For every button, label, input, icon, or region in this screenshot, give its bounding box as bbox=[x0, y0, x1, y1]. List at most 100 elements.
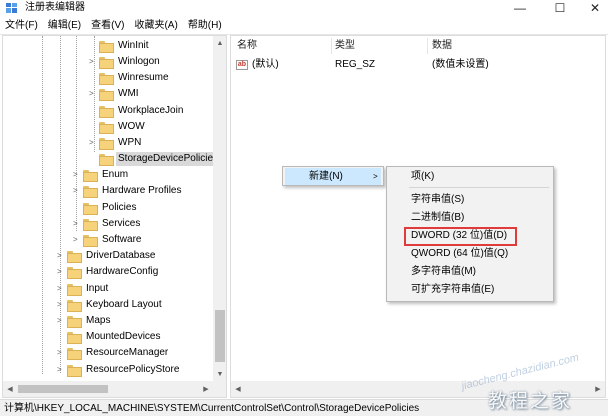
folder-icon bbox=[67, 348, 82, 360]
menu-item-label: 新建(N) bbox=[309, 171, 343, 182]
chevron-right-icon[interactable]: > bbox=[57, 252, 65, 260]
tree-node-hardware-profiles[interactable]: Hardware Profiles bbox=[83, 183, 183, 199]
scroll-left-arrow-icon[interactable]: ◀ bbox=[3, 381, 17, 397]
folder-icon bbox=[99, 138, 114, 150]
tree-node-label: WOW bbox=[118, 121, 145, 132]
column-header-type[interactable]: 类型 bbox=[335, 38, 355, 54]
folder-icon bbox=[67, 284, 82, 296]
tree-node-label: DriverDatabase bbox=[86, 250, 156, 261]
column-header-data[interactable]: 数据 bbox=[432, 38, 452, 54]
scrollbar-thumb[interactable] bbox=[215, 310, 225, 362]
watermark-text: 教程之家 bbox=[488, 391, 573, 412]
tree-node-driverdatabase[interactable]: DriverDatabase bbox=[67, 248, 157, 264]
tree-node-input[interactable]: Input bbox=[67, 281, 110, 297]
column-header-name[interactable]: 名称 bbox=[237, 38, 257, 54]
chevron-right-icon[interactable]: > bbox=[73, 236, 81, 244]
ab-string-icon: ab bbox=[236, 60, 248, 70]
menu-view[interactable]: 查看(V) bbox=[91, 19, 124, 33]
folder-icon bbox=[67, 267, 82, 279]
chevron-right-icon[interactable]: > bbox=[57, 349, 65, 357]
chevron-right-icon[interactable]: > bbox=[57, 285, 65, 293]
chevron-right-icon[interactable]: > bbox=[73, 220, 81, 228]
chevron-right-icon[interactable]: > bbox=[89, 58, 97, 66]
folder-icon bbox=[83, 235, 98, 247]
tree-node-label: WMI bbox=[118, 88, 139, 99]
folder-icon bbox=[83, 203, 98, 215]
tree-node-services[interactable]: Services bbox=[83, 216, 142, 232]
tree-node-resourcemanager[interactable]: ResourceManager bbox=[67, 345, 170, 361]
chevron-right-icon[interactable]: > bbox=[73, 187, 81, 195]
maximize-button[interactable]: ☐ bbox=[545, 0, 575, 16]
scroll-right-arrow-icon[interactable]: ▶ bbox=[199, 381, 213, 397]
chevron-right-icon: > bbox=[373, 172, 378, 181]
tree-node-keyboard-layout[interactable]: Keyboard Layout bbox=[67, 297, 164, 313]
chevron-right-icon[interactable]: > bbox=[57, 268, 65, 276]
registry-tree[interactable]: WinInit Winlogon Winresume WMI Workplace… bbox=[2, 35, 227, 398]
tree-node-wininit[interactable]: WinInit bbox=[99, 38, 151, 54]
chevron-right-icon[interactable]: > bbox=[57, 301, 65, 309]
minimize-button[interactable]: — bbox=[505, 0, 535, 16]
folder-icon bbox=[99, 41, 114, 53]
window-title: 注册表编辑器 bbox=[25, 2, 85, 13]
tree-node-winlogon[interactable]: Winlogon bbox=[99, 54, 162, 70]
tree-node-label: ResourceManager bbox=[86, 347, 169, 358]
chevron-right-icon[interactable]: > bbox=[57, 317, 65, 325]
scroll-down-arrow-icon[interactable]: ▼ bbox=[213, 367, 226, 381]
folder-icon bbox=[99, 154, 114, 166]
folder-icon bbox=[99, 57, 114, 69]
menu-help[interactable]: 帮助(H) bbox=[188, 19, 222, 33]
chevron-right-icon[interactable]: > bbox=[73, 171, 81, 179]
tree-node-wmi[interactable]: WMI bbox=[99, 86, 141, 102]
tree-node-label: Winresume bbox=[118, 72, 169, 83]
tree-node-label: Keyboard Layout bbox=[86, 299, 162, 310]
menu-item-qword-value[interactable]: QWORD (64 位)值(Q) bbox=[411, 245, 508, 262]
chevron-right-icon[interactable]: > bbox=[89, 139, 97, 147]
tree-node-maps[interactable]: Maps bbox=[67, 313, 112, 329]
tree-node-label: HardwareConfig bbox=[86, 266, 159, 277]
tree-node-hardwareconfig[interactable]: HardwareConfig bbox=[67, 264, 160, 280]
tree-node-wow[interactable]: WOW bbox=[99, 119, 147, 135]
tree-node-software[interactable]: Software bbox=[83, 232, 143, 248]
column-separator[interactable] bbox=[331, 38, 332, 54]
menu-favorites[interactable]: 收藏夹(A) bbox=[134, 19, 177, 33]
tree-node-label: WorkplaceJoin bbox=[118, 105, 184, 116]
tree-node-storagedevicepolicies[interactable]: StorageDevicePolicies bbox=[99, 151, 221, 167]
folder-icon bbox=[67, 251, 82, 263]
tree-node-policies[interactable]: Policies bbox=[83, 200, 138, 216]
chevron-right-icon[interactable]: > bbox=[57, 366, 65, 374]
folder-icon bbox=[99, 73, 114, 85]
tree-node-label: Winlogon bbox=[118, 56, 160, 67]
watermark: jiaocheng.chazidian.com 教程之家 bbox=[458, 352, 606, 412]
value-type: REG_SZ bbox=[335, 59, 376, 70]
folder-icon bbox=[67, 332, 82, 344]
column-separator[interactable] bbox=[427, 38, 428, 54]
close-button[interactable]: ✕ bbox=[580, 0, 608, 16]
chevron-right-icon[interactable]: > bbox=[89, 90, 97, 98]
value-data: (数值未设置) bbox=[432, 59, 489, 70]
menu-item-expandable-string-value[interactable]: 可扩充字符串值(E) bbox=[411, 281, 494, 298]
menu-item-new[interactable]: 新建(N) > bbox=[285, 168, 381, 185]
scroll-left-arrow-icon[interactable]: ◀ bbox=[231, 381, 245, 397]
tree-node-mounteddevices[interactable]: MountedDevices bbox=[67, 329, 162, 345]
tree-node-workplacejoin[interactable]: WorkplaceJoin bbox=[99, 103, 185, 119]
menu-item-multi-string-value[interactable]: 多字符串值(M) bbox=[411, 263, 476, 280]
menu-item-binary-value[interactable]: 二进制值(B) bbox=[411, 209, 464, 226]
tree-node-label: Maps bbox=[86, 315, 111, 326]
tree-node-wpn[interactable]: WPN bbox=[99, 135, 143, 151]
menu-edit[interactable]: 编辑(E) bbox=[48, 19, 81, 33]
tree-node-label: Software bbox=[102, 234, 142, 245]
folder-icon bbox=[99, 106, 114, 118]
value-row[interactable]: ab (默认) REG_SZ (数值未设置) bbox=[231, 57, 605, 73]
scroll-up-arrow-icon[interactable]: ▲ bbox=[213, 36, 226, 50]
tree-node-enum[interactable]: Enum bbox=[83, 167, 130, 183]
scrollbar-thumb[interactable] bbox=[18, 385, 108, 393]
tree-horizontal-scrollbar[interactable]: ◀ ▶ bbox=[3, 381, 226, 397]
tree-node-label: WPN bbox=[118, 137, 142, 148]
tree-vertical-scrollbar[interactable]: ▲ ▼ bbox=[213, 36, 226, 381]
tree-node-winresume[interactable]: Winresume bbox=[99, 70, 171, 86]
menu-item-key[interactable]: 项(K) bbox=[411, 168, 434, 185]
tree-node-resourcepolicystore[interactable]: ResourcePolicyStore bbox=[67, 362, 181, 378]
menu-item-string-value[interactable]: 字符串值(S) bbox=[411, 191, 464, 208]
menu-file[interactable]: 文件(F) bbox=[5, 19, 38, 33]
title-bar: 注册表编辑器 — ☐ ✕ bbox=[0, 0, 608, 16]
